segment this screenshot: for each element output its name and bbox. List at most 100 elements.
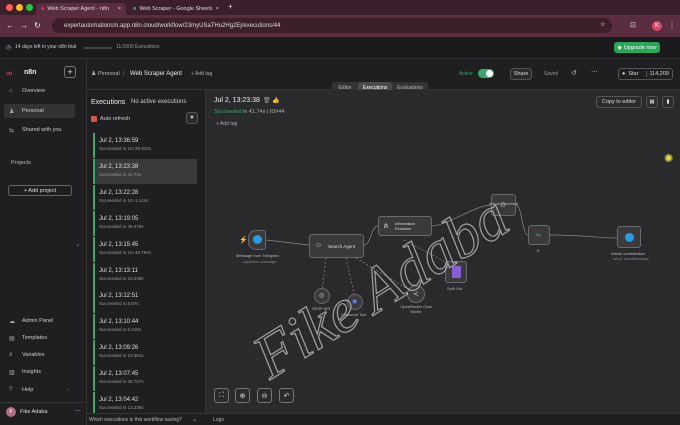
create-button[interactable]: + <box>64 66 76 78</box>
node-openrouter-model[interactable]: ≺ <box>407 285 425 303</box>
profile-avatar[interactable]: K <box>652 21 662 31</box>
model-icon: ≺ <box>413 291 419 298</box>
execution-item-status: Succeeded in 10.361s <box>99 353 144 359</box>
trial-days-left: 14 days left in your n8n trial <box>15 44 77 50</box>
node-label: Search Agent <box>328 244 356 249</box>
execution-list-item[interactable]: Jul 2, 13:13:11 Succeeded in 23.238s <box>93 262 197 288</box>
add-project-button[interactable]: + Add project <box>8 185 72 196</box>
execution-list-item[interactable]: Jul 2, 13:07:45 Succeeded in 38.757s <box>93 366 197 392</box>
close-tab-icon[interactable]: × <box>216 6 219 12</box>
execution-list-item[interactable]: Jul 2, 13:36:59 Succeeded in 1m 26.934s <box>93 133 197 158</box>
reload-icon[interactable]: ↻ <box>34 21 41 30</box>
minimize-window-icon[interactable] <box>16 4 23 11</box>
address-bar[interactable]: expertautomationcm.app.n8n.cloud/workflo… <box>52 18 612 33</box>
maximize-window-icon[interactable] <box>26 4 33 11</box>
sidebar-item-shared[interactable]: ⇆ Shared with you <box>4 123 75 137</box>
sidebar-item-label: Templates <box>22 335 48 341</box>
node-if[interactable]: ⇋ <box>528 225 550 245</box>
node-sublabel: send: sendMessage <box>613 256 649 261</box>
chevron-down-icon[interactable]: ⌄ <box>192 416 197 423</box>
node-split-out[interactable] <box>445 261 467 283</box>
sidebar-item-templates[interactable]: ▤ Templates <box>4 331 75 345</box>
sidebar-item-variables[interactable]: 𝑥 Variables <box>4 348 75 362</box>
node-label: Article Research <box>489 201 519 206</box>
back-icon[interactable]: ← <box>6 21 14 30</box>
execution-list-item[interactable]: Jul 2, 13:19:05 Succeeded in 49.475s <box>93 210 197 236</box>
zoom-out-button[interactable]: ⊖ <box>257 388 272 403</box>
workflow-canvas[interactable]: Jul 2, 13:23:38 🗑 👍 Succeeded in 41.74s … <box>206 90 680 413</box>
sidebar-item-help[interactable]: ? Help › <box>4 383 75 397</box>
sidebar-item-personal[interactable]: ♟ Personal <box>4 104 75 118</box>
bookmark-star-icon[interactable]: ☆ <box>600 21 605 28</box>
robot-icon: ☺ <box>315 242 323 249</box>
sidebar: ∞ n8n + ⌂ Overview ♟ Personal ⇆ Shared with… <box>0 59 87 425</box>
sidebar-item-label: Help <box>22 387 34 393</box>
user-menu-icon[interactable]: ⋯ <box>74 407 81 415</box>
clock-icon: ◷ <box>6 45 12 51</box>
node-chatwoot-tool[interactable]: ◉ <box>347 294 363 310</box>
home-icon: ⌂ <box>9 88 13 94</box>
chevron-right-icon: › <box>67 387 69 393</box>
sidebar-item-label: Insights <box>22 369 41 375</box>
node-telegram-trigger[interactable] <box>248 230 266 250</box>
execution-list-item[interactable]: Jul 2, 13:23:38 Succeeded in 41.74s <box>93 158 197 184</box>
node-label: Split Out <box>447 286 463 291</box>
execution-item-status: Succeeded in 6.87s <box>99 301 139 307</box>
breadcrumb-owner[interactable]: Personal <box>98 71 120 77</box>
zoom-in-button[interactable]: ⊕ <box>235 388 250 403</box>
browser-tab-n8n[interactable]: ● Web Scraper Agent - n8n × <box>36 3 126 15</box>
browser-menu-icon[interactable]: ⋮ <box>668 21 676 30</box>
node-article-confirmation[interactable] <box>617 226 641 248</box>
sidebar-item-insights[interactable]: ▥ Insights <box>4 365 75 379</box>
execution-item-status: Succeeded in 23.238s <box>99 275 144 281</box>
workflow-name[interactable]: Web Scraper Agent <box>130 71 182 77</box>
execution-list-item[interactable]: Jul 2, 13:09:26 Succeeded in 10.361s <box>93 340 197 366</box>
extensions-icon[interactable]: ⊡ <box>630 21 636 29</box>
split-icon <box>452 266 461 278</box>
execution-list-item[interactable]: Jul 2, 13:10:44 Succeeded in 8.218s <box>93 314 197 340</box>
close-tab-icon[interactable]: × <box>118 6 121 12</box>
github-star-button[interactable]: ● Star 114,209 <box>618 68 673 80</box>
logs-toggle[interactable]: Logs <box>213 417 224 423</box>
browser-tab-sheets[interactable]: ■ Web Scraper - Google Sheets × <box>128 3 224 15</box>
execution-item-status: Succeeded in 1m 46.794s <box>99 249 152 255</box>
close-window-icon[interactable] <box>6 4 13 11</box>
node-information-extractor[interactable]: ⋔ Information Extractor <box>378 216 432 236</box>
collapse-sidebar-icon[interactable]: ‹ <box>77 243 79 249</box>
sidebar-item-overview[interactable]: ⌂ Overview <box>4 84 75 98</box>
avatar: F <box>6 407 16 417</box>
new-tab-icon[interactable]: + <box>228 2 233 11</box>
execution-list-item[interactable]: Jul 2, 13:15:45 Succeeded in 1m 46.794s <box>93 236 197 262</box>
sidebar-item-label: Admin Panel <box>22 318 54 324</box>
extractor-icon: ⋔ <box>383 223 389 230</box>
connection-line <box>265 239 310 246</box>
filter-button[interactable]: ▼ <box>186 112 198 124</box>
connection-line <box>549 234 618 239</box>
node-serp-api[interactable]: ◎ <box>314 288 330 304</box>
trigger-bolt-icon: ⚡ <box>239 237 248 244</box>
execution-list-item[interactable]: Jul 2, 13:12:51 Succeeded in 6.87s <box>93 288 197 314</box>
history-icon[interactable]: ↺ <box>571 69 577 77</box>
branch-icon: ⇋ <box>535 232 541 239</box>
more-options-icon[interactable]: ⋯ <box>591 68 598 76</box>
saving-question-link[interactable]: Which executions is this workflow saving… <box>89 417 182 423</box>
auto-refresh-checkbox[interactable] <box>91 116 97 122</box>
template-icon: ▤ <box>9 335 15 342</box>
github-icon: ● <box>622 71 626 77</box>
forward-icon[interactable]: → <box>20 21 28 30</box>
saved-status: Saved <box>544 71 559 77</box>
add-tag-link[interactable]: + Add tag <box>191 71 212 77</box>
fit-view-button[interactable]: ⛶ <box>214 388 229 403</box>
toggle-knob <box>486 70 493 77</box>
share-button[interactable]: Share <box>510 68 532 80</box>
reset-zoom-button[interactable]: ↶ <box>279 388 294 403</box>
node-search-agent[interactable]: ☺ Search Agent <box>309 234 364 258</box>
execution-list-item[interactable]: Jul 2, 13:22:28 Succeeded in 1m 1.144s <box>93 184 197 210</box>
share-icon: ⇆ <box>9 127 15 134</box>
active-toggle[interactable] <box>478 69 494 78</box>
auto-refresh-label: Auto refresh <box>100 116 130 122</box>
sidebar-item-admin-panel[interactable]: ☁ Admin Panel <box>4 314 75 328</box>
execution-item-date: Jul 2, 13:09:26 <box>99 345 139 352</box>
tab-label: Web Scraper Agent - n8n <box>47 6 109 12</box>
upgrade-button[interactable]: ◆ Upgrade now <box>614 42 660 53</box>
